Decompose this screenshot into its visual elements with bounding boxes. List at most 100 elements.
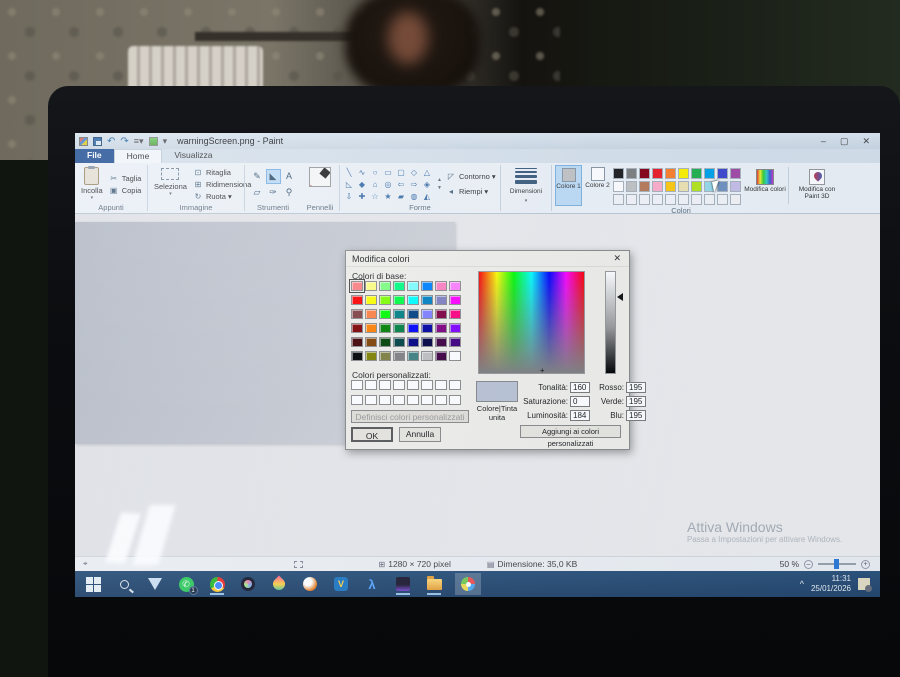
- palette-swatch[interactable]: [613, 181, 624, 192]
- palette-swatch[interactable]: [665, 181, 676, 192]
- custom-color-swatch[interactable]: [435, 395, 447, 405]
- taskbar-chrome[interactable]: [207, 573, 227, 595]
- basic-color-swatch[interactable]: [365, 337, 377, 347]
- basic-color-swatch[interactable]: [351, 337, 363, 347]
- taskbar-app-blue[interactable]: V: [331, 573, 351, 595]
- save-icon[interactable]: [93, 136, 102, 146]
- lum-input[interactable]: 184: [570, 410, 590, 421]
- luminosity-slider[interactable]: [605, 271, 616, 374]
- palette-swatch-empty[interactable]: [626, 194, 637, 205]
- custom-color-swatch[interactable]: [379, 380, 391, 390]
- basic-color-swatch[interactable]: [349, 279, 365, 293]
- custom-color-swatch[interactable]: [421, 395, 433, 405]
- custom-color-swatch[interactable]: [393, 395, 405, 405]
- basic-color-swatch[interactable]: [351, 351, 363, 361]
- custom-color-swatch[interactable]: [407, 395, 419, 405]
- taskbar-file-explorer[interactable]: [424, 573, 444, 595]
- basic-color-swatch[interactable]: [393, 351, 405, 361]
- basic-color-swatch[interactable]: [407, 281, 419, 291]
- zoom-slider[interactable]: [818, 559, 856, 569]
- sat-input[interactable]: 0: [570, 396, 590, 407]
- basic-color-swatch[interactable]: [449, 281, 461, 291]
- taskbar-app-orange[interactable]: [300, 573, 320, 595]
- tab-visualizza[interactable]: Visualizza: [162, 149, 224, 163]
- shape-icon[interactable]: ⌂: [369, 179, 381, 190]
- basic-color-swatch[interactable]: [393, 337, 405, 347]
- palette-swatch-empty[interactable]: [613, 194, 624, 205]
- basic-color-swatch[interactable]: [449, 351, 461, 361]
- palette-swatch[interactable]: [652, 181, 663, 192]
- red-input[interactable]: 195: [626, 382, 646, 393]
- cancel-button[interactable]: Annulla: [399, 427, 441, 442]
- palette-swatch[interactable]: [613, 168, 624, 179]
- palette-swatch[interactable]: [704, 168, 715, 179]
- basic-color-swatch[interactable]: [351, 295, 363, 305]
- taskbar-search-button[interactable]: [114, 573, 134, 595]
- basic-color-swatch[interactable]: [435, 295, 447, 305]
- basic-color-swatch[interactable]: [449, 323, 461, 333]
- basic-color-swatch[interactable]: [435, 351, 447, 361]
- palette-swatch[interactable]: [665, 168, 676, 179]
- basic-color-swatch[interactable]: [421, 309, 433, 319]
- shape-icon[interactable]: ▢: [395, 167, 407, 178]
- shape-icon[interactable]: ⇨: [408, 179, 420, 190]
- maximize-button[interactable]: ▢: [840, 136, 849, 147]
- custom-color-swatch[interactable]: [379, 395, 391, 405]
- custom-color-swatch[interactable]: [365, 380, 377, 390]
- basic-color-swatch[interactable]: [435, 323, 447, 333]
- palette-swatch[interactable]: [717, 168, 728, 179]
- tray-notification-icon[interactable]: [858, 578, 872, 592]
- paste-button[interactable]: Incolla ▾: [78, 165, 106, 203]
- fill-tool-icon[interactable]: ◣: [265, 168, 281, 184]
- shape-icon[interactable]: ★: [382, 191, 394, 202]
- dialog-close-icon[interactable]: ✕: [611, 253, 623, 264]
- fill-dropdown[interactable]: ◂ Riempi ▾: [446, 186, 496, 198]
- basic-color-swatch[interactable]: [435, 337, 447, 347]
- taskbar-app-triangle[interactable]: [145, 573, 165, 595]
- basic-color-swatch[interactable]: [379, 309, 391, 319]
- palette-swatch[interactable]: [678, 181, 689, 192]
- basic-color-swatch[interactable]: [393, 323, 405, 333]
- basic-color-swatch[interactable]: [421, 281, 433, 291]
- define-custom-colors-button[interactable]: Definisci colori personalizzati >>: [351, 410, 469, 434]
- basic-color-swatch[interactable]: [435, 281, 447, 291]
- shape-icon[interactable]: ⇦: [395, 179, 407, 190]
- basic-color-swatch[interactable]: [393, 309, 405, 319]
- basic-color-swatch[interactable]: [449, 295, 461, 305]
- shape-icon[interactable]: ◎: [382, 179, 394, 190]
- palette-swatch[interactable]: [730, 181, 741, 192]
- palette-swatch[interactable]: [626, 181, 637, 192]
- color1-button[interactable]: Colore 1: [555, 165, 582, 206]
- basic-color-swatch[interactable]: [421, 351, 433, 361]
- shape-icon[interactable]: ▭: [382, 167, 394, 178]
- palette-swatch-empty[interactable]: [704, 194, 715, 205]
- pencil-tool-icon[interactable]: ✎: [250, 169, 265, 184]
- shape-icon[interactable]: ▰: [395, 191, 407, 202]
- edit-colors-button[interactable]: Modifica colori: [744, 165, 786, 206]
- shape-icon[interactable]: ◺: [343, 179, 355, 190]
- palette-swatch-empty[interactable]: [717, 194, 728, 205]
- basic-color-swatch[interactable]: [379, 295, 391, 305]
- customize-toolbar-icon[interactable]: ≡▾: [134, 136, 144, 146]
- sizes-label[interactable]: Dimensioni: [510, 188, 542, 195]
- green-input[interactable]: 195: [626, 396, 646, 407]
- luminosity-arrow-icon[interactable]: [617, 293, 623, 301]
- palette-swatch-empty[interactable]: [639, 194, 650, 205]
- crop-button[interactable]: ⊡ Ritaglia: [193, 166, 251, 178]
- basic-color-swatch[interactable]: [435, 309, 447, 319]
- shape-icon[interactable]: ◭: [421, 191, 433, 202]
- palette-swatch-empty[interactable]: [691, 194, 702, 205]
- taskbar-paint-active[interactable]: [455, 573, 481, 595]
- custom-color-swatch[interactable]: [393, 380, 405, 390]
- taskbar-app-lambda[interactable]: λ: [362, 573, 382, 595]
- undo-icon[interactable]: ↶: [107, 136, 115, 146]
- shape-icon[interactable]: ☆: [369, 191, 381, 202]
- shapes-scrollbar[interactable]: ▲ ▼: [436, 165, 443, 203]
- custom-color-swatch[interactable]: [435, 380, 447, 390]
- basic-color-swatch[interactable]: [365, 281, 377, 291]
- palette-swatch[interactable]: [652, 168, 663, 179]
- basic-color-swatch[interactable]: [421, 295, 433, 305]
- taskbar-photos[interactable]: [238, 573, 258, 595]
- shape-icon[interactable]: ⇩: [343, 191, 355, 202]
- add-to-custom-colors-button[interactable]: Aggiungi ai colori personalizzati: [520, 425, 621, 448]
